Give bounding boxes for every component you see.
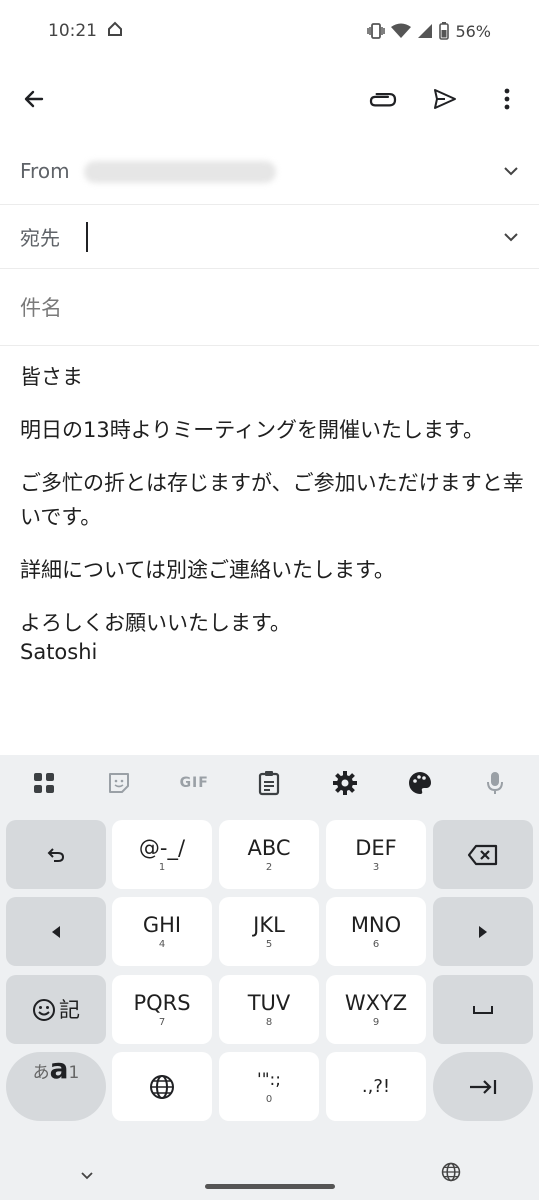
more-vert-icon[interactable]	[491, 83, 523, 115]
gif-button[interactable]: GIF	[174, 763, 214, 803]
cursor-left-key[interactable]	[6, 897, 106, 966]
key-9[interactable]: WXYZ 9	[326, 975, 426, 1044]
navigation-bar	[0, 1148, 539, 1200]
status-time: 10:21	[48, 21, 97, 41]
body-signature: Satoshi	[20, 640, 98, 664]
attach-icon[interactable]	[367, 83, 399, 115]
clipboard-icon[interactable]	[249, 763, 289, 803]
palette-icon[interactable]	[400, 763, 440, 803]
apps-icon[interactable]	[24, 763, 64, 803]
key-1[interactable]: @-_/ 1	[112, 820, 212, 889]
body-greeting: 皆さま	[20, 365, 83, 389]
backspace-icon	[467, 844, 498, 865]
sticker-icon[interactable]	[99, 763, 139, 803]
space-key[interactable]	[433, 975, 533, 1044]
vibrate-icon	[367, 23, 386, 39]
body-line: 詳細については別途ご連絡いたします。	[20, 558, 395, 582]
from-address-redacted	[84, 161, 276, 183]
caret-left-icon	[52, 925, 60, 938]
input-mode-key[interactable]: あ a 1	[6, 1052, 106, 1121]
punctuation-key[interactable]: .,?!	[326, 1052, 426, 1121]
key-8[interactable]: TUV 8	[219, 975, 319, 1044]
key-7[interactable]: PQRS 7	[112, 975, 212, 1044]
settings-icon[interactable]	[325, 763, 365, 803]
emoji-icon	[33, 998, 55, 1021]
to-field[interactable]: 宛先	[0, 205, 539, 269]
globe-icon[interactable]	[441, 1162, 461, 1186]
home-icon	[107, 21, 123, 42]
battery-percent: 56%	[455, 21, 491, 41]
body-closing: よろしくお願いいたします。	[20, 611, 291, 635]
from-label: From	[20, 158, 70, 183]
chevron-down-icon[interactable]	[80, 1165, 94, 1184]
undo-key[interactable]	[6, 820, 106, 889]
globe-icon	[150, 1074, 174, 1099]
keyboard-toolbar: GIF	[0, 755, 539, 811]
signal-icon	[417, 23, 433, 39]
tab-arrow-icon	[470, 1079, 497, 1094]
language-key[interactable]	[112, 1052, 212, 1121]
subject-field[interactable]: 件名	[0, 269, 539, 346]
backspace-key[interactable]	[433, 820, 533, 889]
key-6[interactable]: MNO 6	[326, 897, 426, 966]
key-4[interactable]: GHI 4	[112, 897, 212, 966]
back-arrow-icon[interactable]	[18, 83, 50, 115]
chevron-down-icon[interactable]	[503, 227, 519, 246]
wifi-icon	[391, 23, 412, 39]
send-icon[interactable]	[429, 83, 461, 115]
keyboard: GIF @-_/ 1 ABC 2 DEF 3 GHI 4 JKL 5 MNO 6…	[0, 755, 539, 1200]
key-3[interactable]: DEF 3	[326, 820, 426, 889]
compose-app-bar	[0, 62, 539, 136]
subject-input[interactable]: 件名	[20, 292, 62, 322]
space-icon	[473, 1005, 493, 1014]
emoji-symbol-key[interactable]: 記	[6, 975, 106, 1044]
home-indicator[interactable]	[205, 1184, 335, 1189]
body-line: ご多忙の折とは存じますが、ご参加いただけますと幸いです。	[20, 471, 524, 529]
cursor-right-key[interactable]	[433, 897, 533, 966]
status-bar: 10:21 56%	[0, 0, 539, 62]
mic-icon[interactable]	[475, 763, 515, 803]
undo-icon	[47, 847, 65, 862]
chevron-down-icon[interactable]	[503, 161, 519, 180]
caret-right-icon	[479, 925, 487, 938]
key-0[interactable]: '":; 0	[219, 1052, 319, 1121]
to-label: 宛先	[20, 226, 60, 250]
mail-body[interactable]: 皆さま 明日の13時よりミーティングを開催いたします。 ご多忙の折とは存じますが…	[20, 360, 525, 664]
from-field[interactable]: From	[0, 137, 539, 205]
key-5[interactable]: JKL 5	[219, 897, 319, 966]
text-cursor	[86, 221, 88, 252]
battery-icon	[439, 22, 450, 40]
key-2[interactable]: ABC 2	[219, 820, 319, 889]
next-field-key[interactable]	[433, 1052, 533, 1121]
body-line: 明日の13時よりミーティングを開催いたします。	[20, 418, 484, 442]
